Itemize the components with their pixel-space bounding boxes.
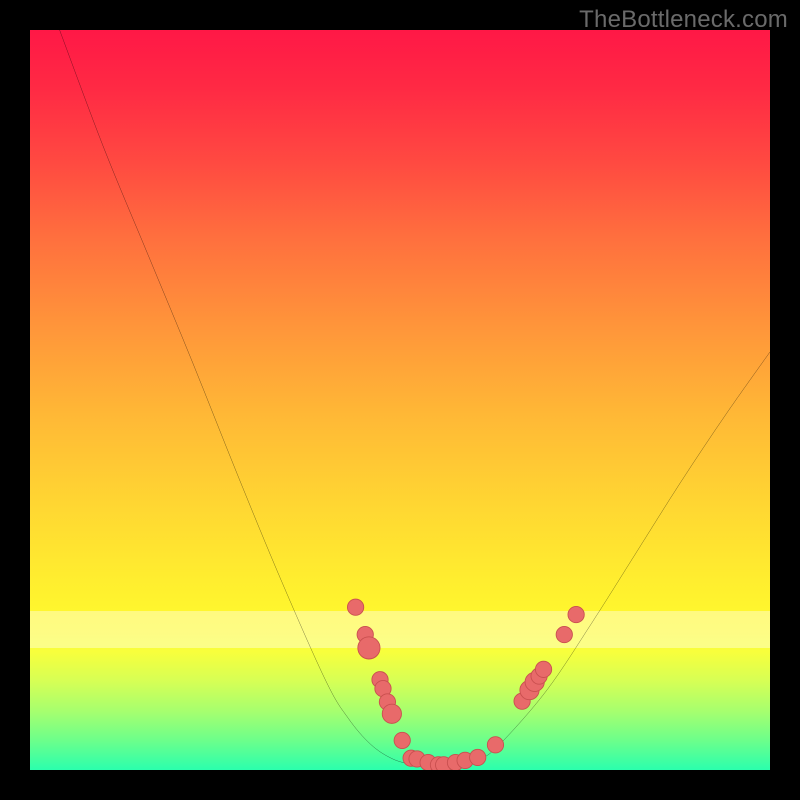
data-marker <box>382 704 401 723</box>
data-marker <box>535 661 551 677</box>
data-marker <box>347 599 363 615</box>
marker-layer <box>347 599 584 770</box>
data-marker <box>394 732 410 748</box>
data-marker <box>487 737 503 753</box>
v-curve <box>60 30 770 766</box>
plot-area <box>30 30 770 770</box>
data-marker <box>568 606 584 622</box>
data-marker <box>470 749 486 765</box>
chart-svg <box>30 30 770 770</box>
data-marker <box>556 626 572 642</box>
data-marker <box>358 637 380 659</box>
chart-frame: TheBottleneck.com <box>0 0 800 800</box>
